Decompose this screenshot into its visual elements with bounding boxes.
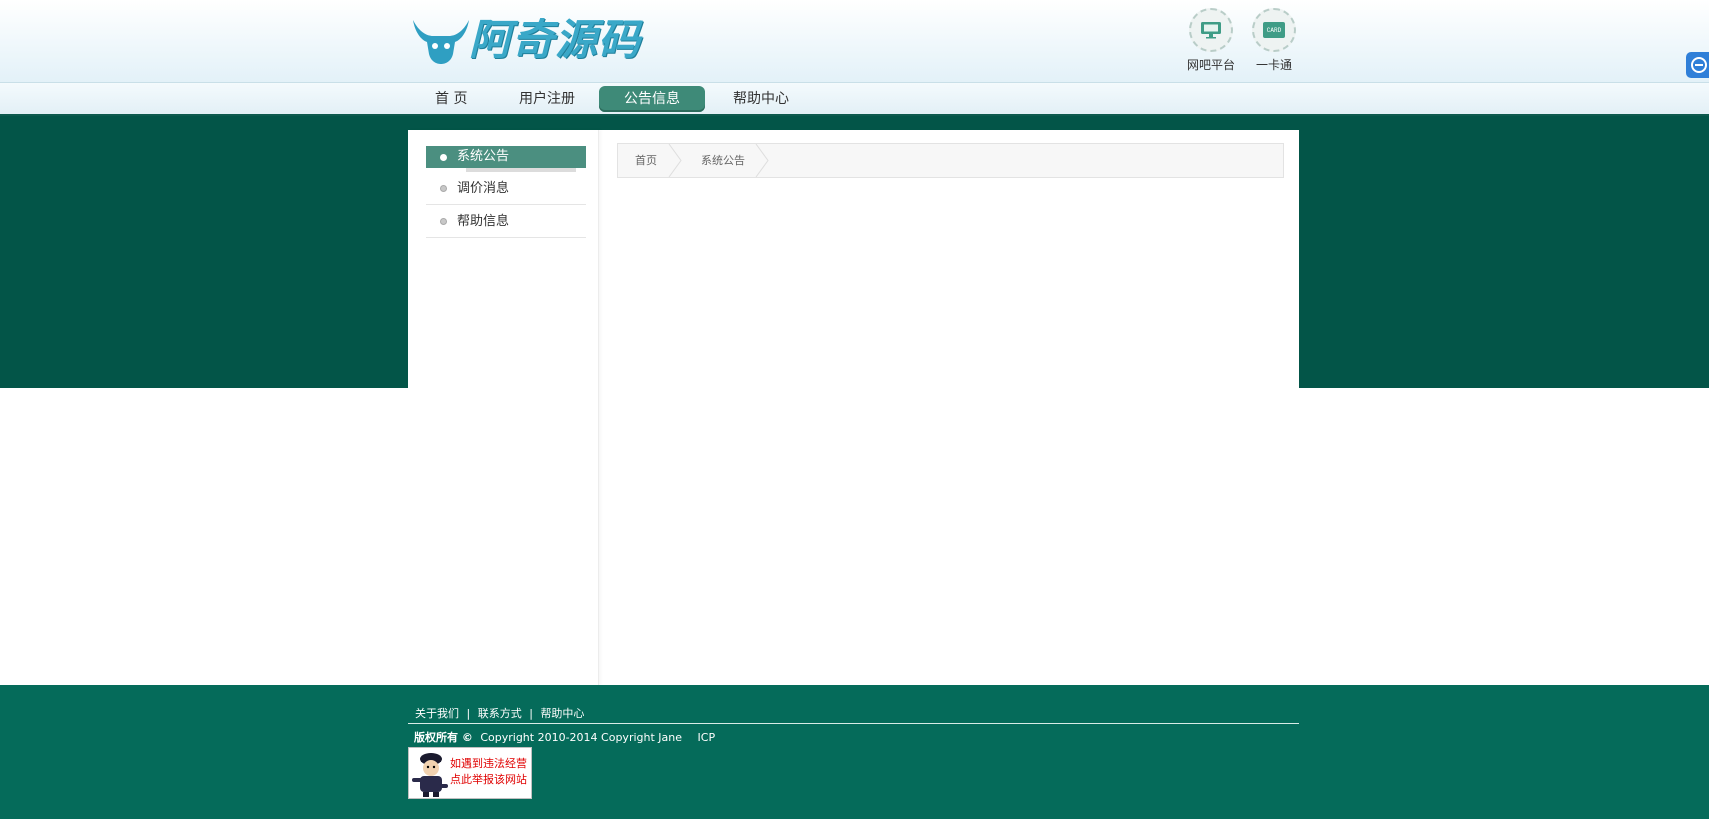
footer-link-help[interactable]: 帮助中心 — [540, 707, 584, 720]
net-cafe-platform-label: 网吧平台 — [1186, 58, 1235, 72]
breadcrumb-separator-icon — [668, 144, 682, 177]
police-badge-text: 如遇到违法经营 点此举报该网站 — [450, 757, 527, 786]
footer-link-contact[interactable]: 联系方式 — [478, 707, 522, 720]
copyright-prefix: 版权所有 © — [414, 731, 473, 744]
one-card-link[interactable]: CARD 一卡通 — [1244, 8, 1304, 73]
sidebar-item-label: 帮助信息 — [457, 214, 510, 229]
one-card-label: 一卡通 — [1255, 58, 1292, 72]
police-report-badge[interactable]: 如遇到违法经营 点此举报该网站 — [408, 747, 532, 799]
nav-item-help[interactable]: 帮助中心 — [715, 86, 807, 112]
content-panel: 系统公告 调价消息 帮助信息 首页 系统公告 — [408, 130, 1299, 685]
logo-text: 阿奇源码 — [469, 15, 642, 64]
nav-item-register[interactable]: 用户注册 — [501, 86, 593, 112]
footer-links: 关于我们 | 联系方式 | 帮助中心 — [415, 705, 588, 721]
sidebar-item-label: 系统公告 — [457, 149, 510, 164]
footer-separator: | — [529, 707, 533, 720]
site-logo[interactable]: 阿奇源码 — [409, 14, 641, 66]
site-footer: 关于我们 | 联系方式 | 帮助中心 版权所有 © Copyright 2010… — [0, 685, 1709, 819]
bullet-icon — [440, 185, 447, 192]
footer-link-about[interactable]: 关于我们 — [415, 707, 459, 720]
main-nav: 首 页 用户注册 公告信息 帮助中心 — [0, 83, 1709, 116]
sidebar-item-system-notice[interactable]: 系统公告 — [426, 146, 586, 172]
bull-logo-icon — [413, 20, 469, 64]
sidebar-item-label: 调价消息 — [457, 181, 510, 196]
bullet-icon — [440, 218, 447, 225]
police-icon — [412, 753, 448, 797]
net-cafe-platform-link[interactable]: 网吧平台 — [1181, 8, 1241, 73]
sidebar-item-price-change[interactable]: 调价消息 — [426, 172, 586, 205]
card-icon: CARD — [1263, 22, 1285, 38]
copyright-text: Copyright 2010-2014 Copyright Jane — [480, 731, 683, 744]
monitor-icon — [1201, 22, 1221, 39]
icp-text[interactable]: ICP — [698, 731, 716, 744]
footer-separator: | — [466, 707, 471, 720]
nav-item-home[interactable]: 首 页 — [417, 86, 485, 112]
sidebar-item-help-info[interactable]: 帮助信息 — [426, 205, 586, 238]
breadcrumb-home[interactable]: 首页 — [635, 144, 657, 177]
footer-divider — [408, 723, 1299, 724]
sidebar: 系统公告 调价消息 帮助信息 — [408, 130, 599, 685]
bullet-icon — [440, 154, 447, 161]
copyright: 版权所有 © Copyright 2010-2014 Copyright Jan… — [414, 729, 715, 745]
breadcrumb-separator-icon — [755, 144, 769, 177]
site-header: 阿奇源码 网吧平台 CARD 一卡通 — [0, 0, 1709, 83]
breadcrumb-current[interactable]: 系统公告 — [701, 144, 745, 177]
floating-sidebar-toggle[interactable] — [1686, 52, 1709, 78]
breadcrumb: 首页 系统公告 — [617, 143, 1284, 178]
nav-item-announcements[interactable]: 公告信息 — [599, 86, 705, 112]
link-icon — [1691, 57, 1707, 73]
